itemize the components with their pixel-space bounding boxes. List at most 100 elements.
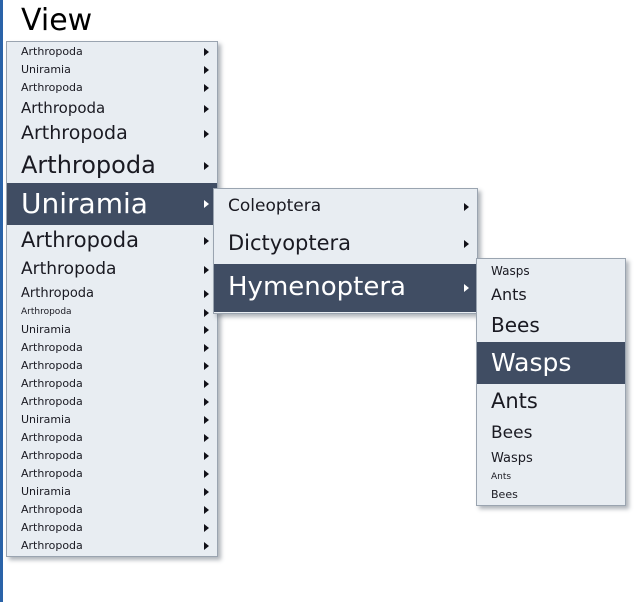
menu-item-label: Ants — [491, 285, 527, 305]
menu-item-label: Wasps — [491, 348, 572, 377]
submenu-arrow-icon — [204, 506, 209, 514]
menu-item-label: Uniramia — [21, 485, 71, 499]
menu-item[interactable]: Wasps — [477, 342, 625, 384]
menu-item-label: Arthropoda — [21, 359, 83, 373]
menu-item-label: Hymenoptera — [228, 272, 406, 303]
menu-item[interactable]: Bees — [477, 309, 625, 342]
menu-item-label: Arthropoda — [21, 81, 83, 95]
submenu-arrow-icon — [204, 362, 209, 370]
menu-item-label: Uniramia — [21, 187, 148, 221]
view-menu[interactable]: Arthropoda Uniramia Arthropoda Arthropoda Ar… — [6, 41, 218, 557]
menu-item-label: Arthropoda — [21, 377, 83, 391]
menu-item[interactable]: Uniramia — [7, 183, 217, 225]
menu-item-label: Arthropoda — [21, 259, 117, 280]
menu-item-label: Arthropoda — [21, 98, 106, 117]
menu-item[interactable]: Arthropoda — [7, 120, 217, 148]
menu-item[interactable]: Arthropoda — [7, 97, 217, 120]
submenu-arrow-icon — [204, 266, 209, 274]
menu-item[interactable]: Wasps — [477, 260, 625, 282]
submenu-arrow-icon — [204, 161, 209, 170]
submenu-arrow-icon — [204, 326, 209, 334]
submenu-arrow-icon — [464, 240, 469, 248]
menu-item[interactable]: Ants — [477, 384, 625, 419]
submenu-arrow-icon — [204, 104, 209, 113]
submenu-arrow-icon — [204, 308, 209, 317]
submenu-arrow-icon — [204, 237, 209, 245]
menu-item[interactable]: Dictyoptera — [214, 224, 477, 264]
submenu-arrow-icon — [204, 84, 209, 92]
menu-item[interactable]: Hymenoptera — [214, 264, 477, 312]
menu-item-label: Arthropoda — [21, 449, 83, 463]
submenu-arrow-icon — [464, 203, 469, 211]
menu-item-label: Arthropoda — [21, 228, 139, 253]
menu-item-label: Uniramia — [21, 413, 71, 427]
page-title: View — [21, 3, 93, 38]
menu-item-label: Arthropoda — [21, 122, 128, 145]
menu-item[interactable]: Ants — [477, 282, 625, 309]
submenu-arrow-icon — [204, 130, 209, 138]
menu-item-label: Arthropoda — [21, 306, 72, 317]
menu-item[interactable]: Arthropoda — [7, 339, 217, 357]
submenu-arrow-icon — [204, 542, 209, 550]
submenu-arrow-icon — [204, 452, 209, 460]
menu-item-label: Arthropoda — [21, 341, 83, 355]
submenu-arrow-icon — [204, 289, 209, 298]
menu-item-label: Wasps — [491, 263, 530, 278]
menu-item-label: Arthropoda — [21, 467, 83, 481]
submenu-arrow-icon — [204, 344, 209, 352]
menu-item[interactable]: Arthropoda — [7, 79, 217, 97]
menu-item-label: Uniramia — [21, 63, 71, 77]
menu-item[interactable]: Uniramia — [7, 483, 217, 501]
submenu-arrow-icon — [204, 48, 209, 56]
menu-item[interactable]: Arthropoda — [7, 429, 217, 447]
submenu-arrow-icon — [204, 398, 209, 406]
menu-item-label: Bees — [491, 488, 518, 502]
submenu-arrow-icon — [204, 434, 209, 442]
menu-item[interactable]: Uniramia — [7, 411, 217, 429]
menu-item-label: Arthropoda — [21, 45, 83, 59]
orders-submenu[interactable]: Coleoptera Dictyoptera Hymenoptera — [213, 188, 478, 314]
menu-item[interactable]: Arthropoda — [7, 304, 217, 321]
application-window: View Arthropoda Uniramia Arthropoda Arthrop… — [0, 0, 642, 602]
menu-item[interactable]: Arthropoda — [7, 537, 217, 555]
menu-item[interactable]: Ants — [477, 470, 625, 486]
menu-item[interactable]: Arthropoda — [7, 519, 217, 537]
menu-item[interactable]: Arthropoda — [7, 375, 217, 393]
menu-item[interactable]: Coleoptera — [214, 190, 477, 224]
menu-item[interactable]: Bees — [477, 419, 625, 448]
menu-item[interactable]: Uniramia — [7, 321, 217, 339]
menu-item-label: Arthropoda — [21, 151, 156, 180]
menu-item-label: Uniramia — [21, 323, 71, 337]
menu-item[interactable]: Arthropoda — [7, 43, 217, 61]
menu-item-label: Ants — [491, 388, 538, 413]
menu-item-label: Arthropoda — [21, 503, 83, 517]
menu-item-label: Bees — [491, 313, 540, 338]
menu-item[interactable]: Arthropoda — [7, 283, 217, 304]
menu-item[interactable]: Arthropoda — [7, 393, 217, 411]
menu-item-label: Ants — [491, 472, 512, 483]
menu-item[interactable]: Arthropoda — [7, 447, 217, 465]
submenu-arrow-icon — [464, 284, 469, 292]
menu-item-label: Arthropoda — [21, 431, 83, 445]
menu-item-label: Dictyoptera — [228, 231, 352, 256]
menu-item-label: Coleoptera — [228, 196, 322, 217]
menu-item[interactable]: Wasps — [477, 448, 625, 470]
submenu-arrow-icon — [204, 488, 209, 496]
menu-item-label: Bees — [491, 422, 533, 443]
menu-item[interactable]: Arthropoda — [7, 357, 217, 375]
menu-item[interactable]: Arthropoda — [7, 257, 217, 283]
menu-item-label: Arthropoda — [21, 395, 83, 409]
menu-item[interactable]: Arthropoda — [7, 148, 217, 183]
families-submenu[interactable]: Wasps Ants Bees Wasps Ants Bees Wasps Ants Bees — [476, 258, 626, 506]
submenu-arrow-icon — [204, 200, 209, 208]
menu-item[interactable]: Arthropoda — [7, 501, 217, 519]
menu-item[interactable]: Arthropoda — [7, 225, 217, 257]
menu-item-label: Arthropoda — [21, 539, 83, 553]
menu-item-label: Arthropoda — [21, 521, 83, 535]
menu-item[interactable]: Uniramia — [7, 61, 217, 79]
submenu-arrow-icon — [204, 524, 209, 532]
menu-item[interactable]: Arthropoda — [7, 465, 217, 483]
menu-item-label: Arthropoda — [21, 285, 95, 301]
submenu-arrow-icon — [204, 380, 209, 388]
menu-item[interactable]: Bees — [477, 486, 625, 504]
